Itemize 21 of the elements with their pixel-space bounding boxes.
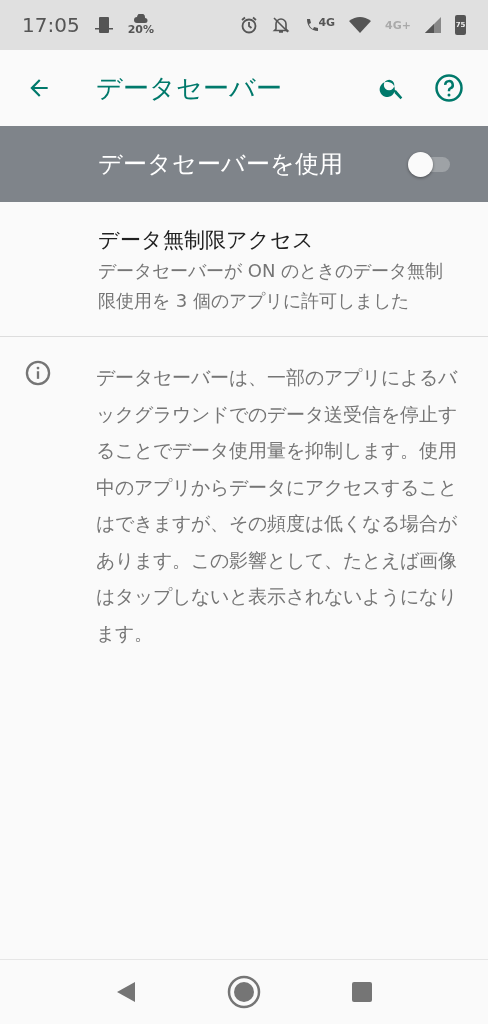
toggle-switch[interactable] — [408, 151, 452, 177]
alarm-icon — [240, 16, 259, 34]
cloud-icon — [133, 14, 148, 23]
help-icon — [434, 73, 464, 103]
info-text: データセーバーは、一部のアプリによるバックグラウンドでのデータ送受信を停止することでデータ使用量を抑制します。使用中のアプリからデータにアクセスすることはできますが、その頻度は低くなる場合があります。この影響として、たとえば画像はタップしないと表示されないようになります。 — [96, 365, 459, 646]
item-title: データ無制限アクセス — [98, 227, 315, 254]
info-icon — [24, 359, 52, 387]
network-type: 4G — [318, 16, 336, 29]
settings-item[interactable]: データ無制限アクセス データセーバーが ON のときのデータ無制限使用を 3 個のアプリに許可しました — [0, 202, 488, 337]
home-circle-icon — [227, 975, 261, 1009]
item-summary: データセーバーが ON のときのデータ無制限使用を 3 個のアプリに許可しました — [98, 259, 445, 313]
square-recents-icon — [351, 981, 373, 1003]
page-title: データセーバー — [96, 71, 283, 105]
clock: 17:05 — [22, 13, 80, 37]
weather-text: 20% — [127, 23, 154, 36]
wifi-icon — [349, 17, 372, 33]
switch-label: データセーバーを使用 — [98, 149, 344, 180]
phone-call-icon — [304, 16, 319, 34]
triangle-back-icon — [115, 980, 137, 1004]
signal-icon — [425, 17, 441, 33]
bell-off-icon — [272, 16, 291, 34]
